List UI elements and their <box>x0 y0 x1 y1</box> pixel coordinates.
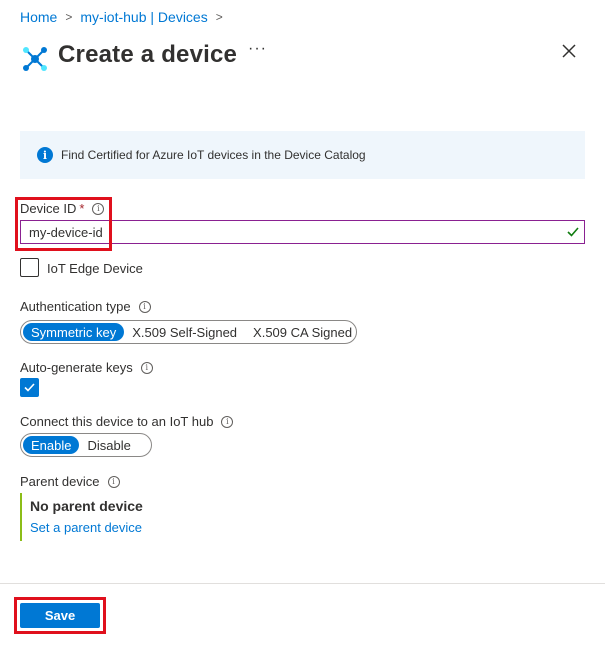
info-banner: i Find Certified for Azure IoT devices i… <box>20 131 585 179</box>
set-parent-device-link[interactable]: Set a parent device <box>30 520 143 535</box>
device-id-highlight-box <box>15 197 112 251</box>
more-options-icon[interactable]: ··· <box>248 40 267 58</box>
auth-option-x509-self-signed[interactable]: X.509 Self-Signed <box>124 323 245 341</box>
parent-device-label-text: Parent device <box>20 474 100 489</box>
auth-type-label: Authentication type i <box>20 299 151 314</box>
close-icon[interactable] <box>560 42 578 60</box>
connect-option-enable[interactable]: Enable <box>23 436 80 454</box>
connect-hub-segmented: Enable Disable <box>20 433 152 457</box>
info-icon: i <box>37 147 53 163</box>
parent-device-label: Parent device i <box>20 474 120 489</box>
page-title: Create a device <box>58 41 238 68</box>
breadcrumb-home[interactable]: Home <box>20 9 57 25</box>
info-tooltip-icon[interactable]: i <box>107 475 120 488</box>
breadcrumb-hub-devices[interactable]: my-iot-hub | Devices <box>80 9 207 25</box>
info-tooltip-icon[interactable]: i <box>221 415 234 428</box>
auth-type-segmented: Symmetric key X.509 Self-Signed X.509 CA… <box>20 320 357 344</box>
connect-hub-label-text: Connect this device to an IoT hub <box>20 414 214 429</box>
auth-option-x509-ca-signed[interactable]: X.509 CA Signed <box>245 323 360 341</box>
parent-device-value: No parent device <box>30 498 143 514</box>
save-highlight-box <box>14 597 106 634</box>
checkmark-icon <box>24 383 35 392</box>
connect-option-disable[interactable]: Disable <box>79 436 138 454</box>
iot-edge-checkbox[interactable] <box>20 258 39 277</box>
auto-keys-label-text: Auto-generate keys <box>20 360 133 375</box>
info-tooltip-icon[interactable]: i <box>138 300 151 313</box>
iot-edge-label: IoT Edge Device <box>47 261 143 276</box>
info-text: Find Certified for Azure IoT devices in … <box>61 148 366 162</box>
auth-option-symmetric-key[interactable]: Symmetric key <box>23 323 125 341</box>
info-tooltip-icon[interactable]: i <box>140 361 153 374</box>
connect-hub-label: Connect this device to an IoT hub i <box>20 414 234 429</box>
iot-device-icon <box>23 47 47 71</box>
title-row: Create a device <box>20 36 237 74</box>
auto-keys-checkbox[interactable] <box>20 378 39 397</box>
auto-keys-label: Auto-generate keys i <box>20 360 153 375</box>
breadcrumb: Home > my-iot-hub | Devices > <box>20 9 231 25</box>
parent-device-block: No parent device Set a parent device <box>20 493 143 541</box>
chevron-right-icon: > <box>215 10 223 24</box>
chevron-right-icon: > <box>65 10 73 24</box>
footer-divider <box>0 583 605 584</box>
auth-type-label-text: Authentication type <box>20 299 131 314</box>
valid-check-icon <box>567 227 579 237</box>
